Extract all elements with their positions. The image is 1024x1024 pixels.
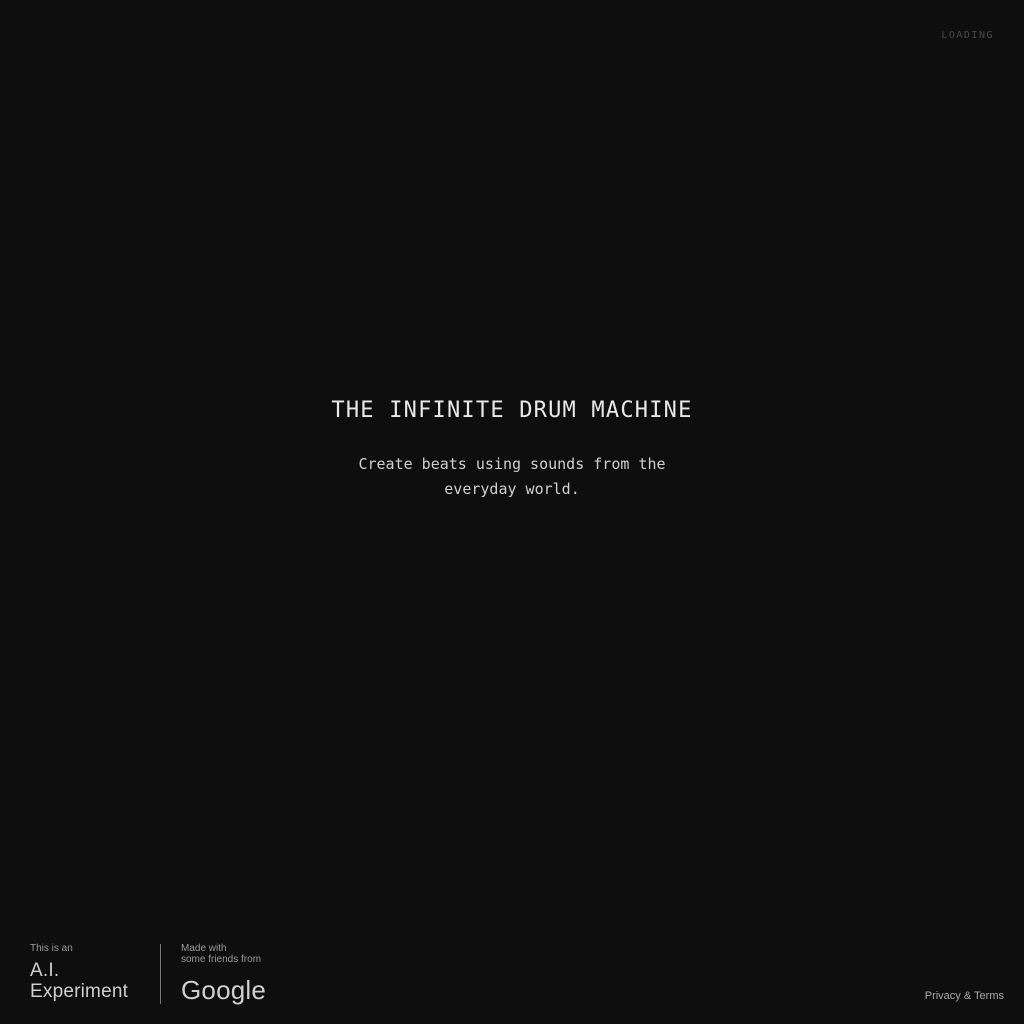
ai-experiment-badge[interactable]: This is an A.I. Experiment bbox=[30, 943, 160, 1002]
footer-divider bbox=[160, 944, 161, 1004]
ai-experiment-line2: Experiment bbox=[30, 981, 129, 1002]
google-logo: Google bbox=[181, 975, 267, 1005]
page-title: THE INFINITE DRUM MACHINE bbox=[331, 398, 693, 423]
loading-status: LOADING bbox=[941, 30, 994, 41]
made-with-google-badge[interactable]: Made with some friends from Google bbox=[181, 943, 266, 1006]
made-with-line2: some friends from bbox=[181, 954, 262, 965]
footer-branding: This is an A.I. Experiment Made with som… bbox=[30, 943, 266, 1005]
ai-experiment-prefix: This is an bbox=[30, 943, 73, 954]
privacy-terms-link[interactable]: Privacy & Terms bbox=[925, 990, 1004, 1002]
ai-experiment-line1: A.I. bbox=[30, 960, 60, 981]
page-subtitle: Create beats using sounds from the every… bbox=[358, 455, 666, 498]
made-with-line1: Made with bbox=[181, 943, 227, 954]
intro-panel: THE INFINITE DRUM MACHINE Create beats u… bbox=[0, 398, 1024, 502]
